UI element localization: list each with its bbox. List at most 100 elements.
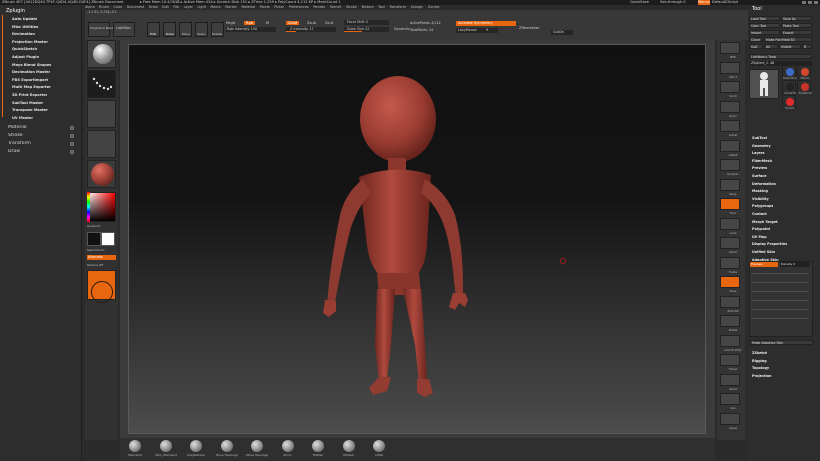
goz-all-button[interactable]: All: [764, 44, 778, 49]
brush-move-topological-button[interactable]: [220, 440, 233, 452]
subpalette-masking[interactable]: Masking: [752, 189, 768, 193]
adaptive-skin-slider[interactable]: [751, 318, 809, 319]
brush-dam-standard-button[interactable]: [159, 440, 172, 452]
subpalette-surface[interactable]: Surface: [752, 174, 767, 178]
z-intensity-slider[interactable]: Z Intensity 17: [286, 27, 336, 32]
rgb-intensity-slider[interactable]: Rgb Intensity 100: [226, 27, 276, 32]
r-button[interactable]: R: [802, 44, 812, 49]
clone-button[interactable]: Clone: [749, 37, 763, 42]
tool-thumbnail[interactable]: PolyMesh3D: [797, 80, 812, 95]
plugin-item[interactable]: Transpose Master: [12, 108, 48, 112]
maximize-icon[interactable]: [808, 1, 812, 4]
subpalette-zsketch[interactable]: ZSketch: [752, 351, 767, 355]
tray-button-spix-3[interactable]: SPix 3: [720, 61, 740, 79]
alternate-button[interactable]: Alternate: [87, 255, 116, 260]
secondary-color-swatch[interactable]: [101, 232, 115, 246]
close-icon[interactable]: [814, 1, 818, 4]
plugin-item[interactable]: Multi Map Exporter: [12, 85, 51, 89]
subpalette-contact[interactable]: Contact: [752, 212, 767, 216]
edit-button[interactable]: Edit: [147, 22, 160, 37]
brush-flatten-button[interactable]: [312, 440, 324, 452]
lightbox-button[interactable]: LightBox: [113, 22, 135, 37]
tray-button-actual[interactable]: Actual: [720, 120, 740, 137]
minimize-icon[interactable]: [802, 1, 806, 4]
adaptive-skin-slider[interactable]: [751, 300, 809, 301]
save-as-button[interactable]: Save As: [781, 16, 812, 21]
color-picker[interactable]: [87, 192, 116, 222]
subpalette-topology[interactable]: Topology: [752, 366, 769, 370]
adaptive-skin-slider[interactable]: [751, 273, 809, 274]
lightbox-tools-button[interactable]: Lightbox ▸ Tools: [749, 54, 812, 59]
palette-draw[interactable]: Draw: [8, 149, 20, 154]
brush-thumbnail[interactable]: [87, 40, 116, 68]
lazymouse-slider[interactable]: LazyMouse 9: [456, 28, 498, 33]
tray-button-bpr[interactable]: BPR: [720, 42, 740, 59]
subpalette-polypaint[interactable]: Polypaint: [752, 227, 770, 231]
goz-visible-button[interactable]: Visible: [779, 44, 801, 49]
tray-button-xpose[interactable]: Xpose: [720, 412, 740, 430]
tray-button-local[interactable]: Local: [720, 217, 740, 235]
copy-tool-button[interactable]: Copy Tool: [749, 23, 780, 28]
subpalette-morph-target[interactable]: Morph Target: [752, 220, 778, 224]
import-button[interactable]: Import: [749, 30, 780, 35]
zsphere-figure[interactable]: [129, 45, 707, 435]
tray-button-dynamic[interactable]: Dynamic: [720, 159, 740, 176]
palette-stroke[interactable]: Stroke: [8, 133, 23, 138]
tool-thumbnail[interactable]: Simple Brush: [782, 65, 797, 80]
activate-symmetry-button[interactable]: Activate Symmetry: [456, 21, 516, 26]
brush-standard-button[interactable]: [129, 440, 141, 452]
density-slider[interactable]: Density 2: [780, 262, 810, 267]
subpalette-visibility[interactable]: Visibility: [752, 197, 769, 201]
tray-button-zoom3d[interactable]: Zoom3D: [720, 295, 740, 313]
preview-button[interactable]: Preview: [750, 262, 778, 267]
plugin-item[interactable]: Adjust Plugin: [12, 55, 39, 59]
hue-strip[interactable]: [87, 192, 90, 222]
subdiv-button[interactable]: SubDiv: [551, 30, 573, 35]
draw-button[interactable]: Draw: [163, 22, 176, 37]
tray-button-move[interactable]: Move: [720, 276, 740, 293]
matcap-thumbnail[interactable]: [87, 270, 116, 303]
subpalette-unified-skin[interactable]: Unified Skin: [752, 250, 775, 254]
subpalette-subtool[interactable]: SubTool: [752, 136, 767, 140]
refresh-icon[interactable]: [70, 126, 74, 130]
plugin-item[interactable]: SubTool Master: [12, 101, 43, 105]
m-button[interactable]: M: [266, 21, 269, 25]
plugin-item[interactable]: Maya Blend Shapes: [12, 63, 51, 67]
brush-inflat-button[interactable]: [373, 440, 385, 452]
document-canvas[interactable]: [128, 44, 706, 434]
tool-thumbnail[interactable]: ZSphere: [797, 65, 811, 80]
refresh-icon[interactable]: [70, 150, 74, 154]
stroke-thumbnail[interactable]: [87, 70, 116, 98]
plugin-item[interactable]: Projection Master: [12, 40, 48, 44]
brush-pinch-button[interactable]: [281, 440, 294, 452]
tray-button-transp[interactable]: Transp: [720, 354, 740, 371]
refresh-icon[interactable]: [70, 134, 74, 138]
move-button[interactable]: Move: [179, 22, 192, 37]
zremesher-button[interactable]: ZRemesher: [519, 26, 540, 30]
plugin-item[interactable]: 3D Print Exporter: [12, 93, 47, 97]
rotate-button[interactable]: Rotate: [211, 22, 224, 37]
tray-button-floor[interactable]: Floor: [720, 198, 740, 215]
refresh-icon[interactable]: [70, 142, 74, 146]
zadd-button[interactable]: Zadd: [286, 21, 300, 25]
projection-master-button[interactable]: Projection Master: [88, 22, 116, 37]
goz-button[interactable]: GoZ: [749, 44, 763, 49]
draw-size-slider[interactable]: Draw Size 22: [344, 27, 389, 32]
current-tool-thumbnail[interactable]: [749, 69, 779, 99]
tray-button-aahalf[interactable]: AAHalf: [720, 139, 740, 157]
subpalette-rigging[interactable]: Rigging: [752, 359, 767, 363]
subpalette-geometry[interactable]: Geometry: [752, 144, 771, 148]
export-button[interactable]: Export: [781, 30, 812, 35]
zsub-button[interactable]: Zsub: [307, 21, 316, 25]
switch-color-button[interactable]: SwitchColor: [87, 248, 105, 252]
subpalette-layers[interactable]: Layers: [752, 151, 765, 155]
texture-thumbnail[interactable]: [87, 130, 116, 158]
brush-claybuildup-button[interactable]: [190, 440, 202, 452]
focal-shift-slider[interactable]: Focal Shift 0: [344, 20, 389, 25]
tray-button-scroll[interactable]: Scroll: [720, 81, 740, 98]
tray-button-ghost[interactable]: Ghost: [720, 373, 740, 391]
tray-button-gizmo[interactable]: Gizmo: [720, 237, 740, 254]
tray-button-solo[interactable]: Solo: [720, 393, 740, 410]
zcut-button[interactable]: Zcut: [325, 21, 333, 25]
subpalette-polygroups[interactable]: Polygroups: [752, 204, 773, 208]
